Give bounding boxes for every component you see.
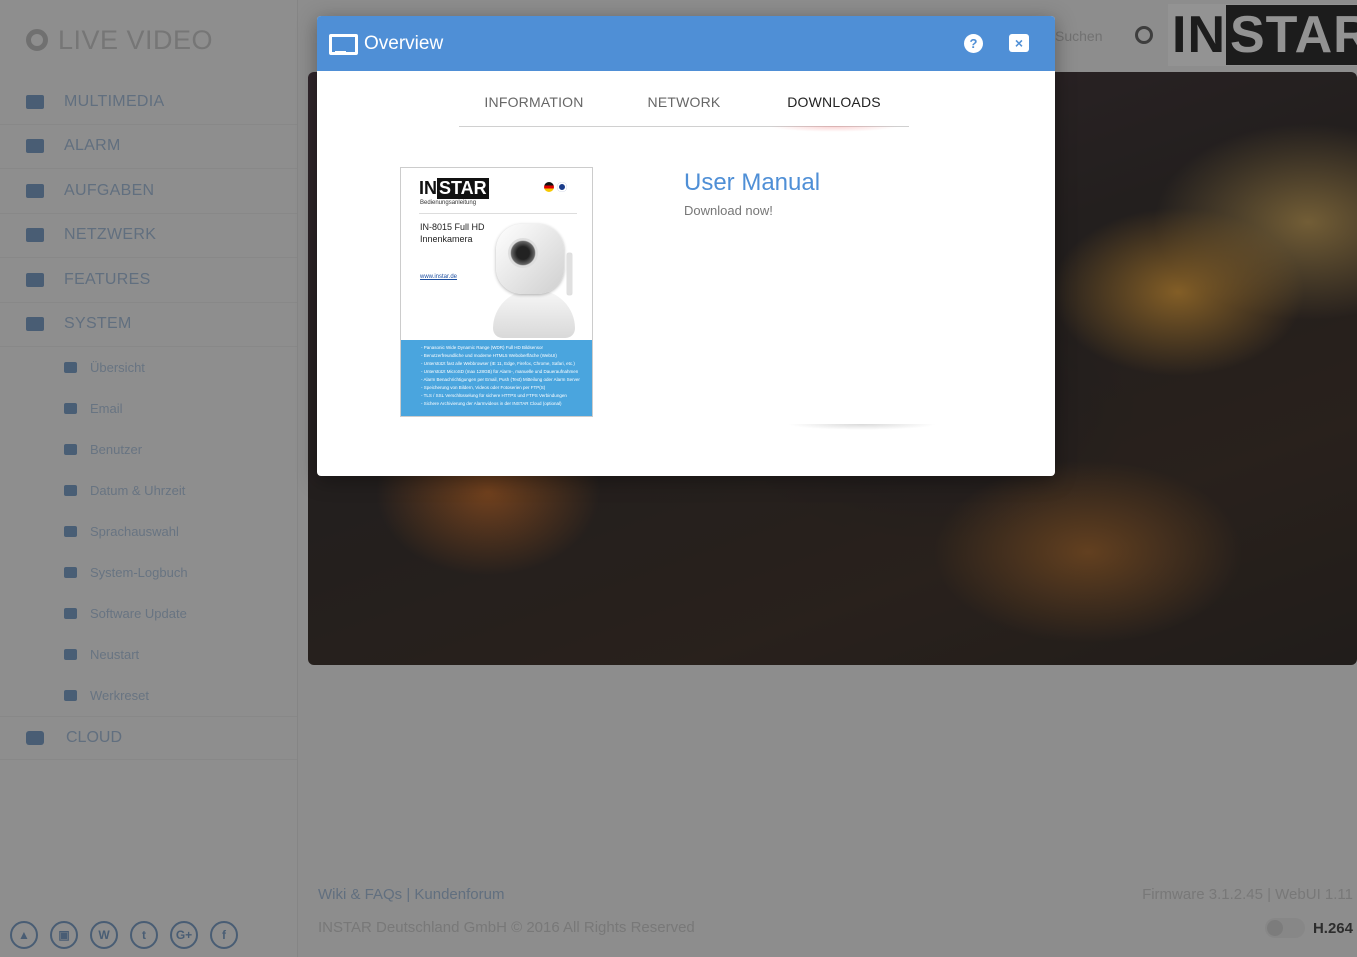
user-manual-link[interactable]: User Manual <box>684 169 820 197</box>
cover-subtitle: Bedienungsanleitung <box>420 200 477 206</box>
modal-tabs: INFORMATION NETWORK DOWNLOADS <box>459 71 909 132</box>
camera-base-image <box>493 290 575 338</box>
close-button[interactable]: × <box>1009 34 1029 52</box>
cover-url: www.instar.de <box>420 274 458 280</box>
cover-feature: - TLS / SSL Verschlüsselung für sichere … <box>421 393 567 398</box>
cover-feature: - Unterstützt fast alle Webbrowser (IE 1… <box>421 361 575 366</box>
tab-downloads[interactable]: DOWNLOADS <box>759 71 909 132</box>
cover-feature: - Benutzerfreundliche und moderne HTML5 … <box>421 353 557 358</box>
cover-logo: IN STAR <box>419 178 489 199</box>
help-button[interactable]: ? <box>964 34 983 53</box>
cover-feature: - Unterstützt MicroSD (max 128GB) für Al… <box>421 369 579 374</box>
camera-antenna-image <box>567 253 572 295</box>
modal-header: Overview <box>317 16 1055 71</box>
cover-feature: - Panasonic Wide Dynamic Range (WDR) Ful… <box>421 345 544 350</box>
download-now-text: Download now! <box>684 203 773 218</box>
cover-divider <box>419 213 577 214</box>
monitor-icon <box>329 33 358 55</box>
modal-title: Overview <box>364 32 444 54</box>
cover-feature-list: - Panasonic Wide Dynamic Range (WDR) Ful… <box>401 340 592 416</box>
cover-feature: - Alarm Benachrichtigungen per Email, Pu… <box>421 377 580 382</box>
cover-feature: - Sichere Archivierung der Alarmvideos i… <box>421 401 562 406</box>
tab-network[interactable]: NETWORK <box>609 71 759 126</box>
manual-cover-thumbnail[interactable]: IN STAR Bedienungsanleitung IN-8015 Full … <box>400 167 593 417</box>
tab-information[interactable]: INFORMATION <box>459 71 609 126</box>
german-flag-icon <box>544 182 554 192</box>
cover-feature: - Speicherung von Bildern, Videos oder F… <box>421 385 546 390</box>
camera-lens-image <box>508 238 538 268</box>
uk-flag-icon <box>557 182 567 192</box>
language-flags <box>544 182 567 192</box>
decorative-shadow <box>787 424 937 430</box>
overview-modal: Overview ? × INFORMATION NETWORK DOWNLOA… <box>317 16 1055 476</box>
